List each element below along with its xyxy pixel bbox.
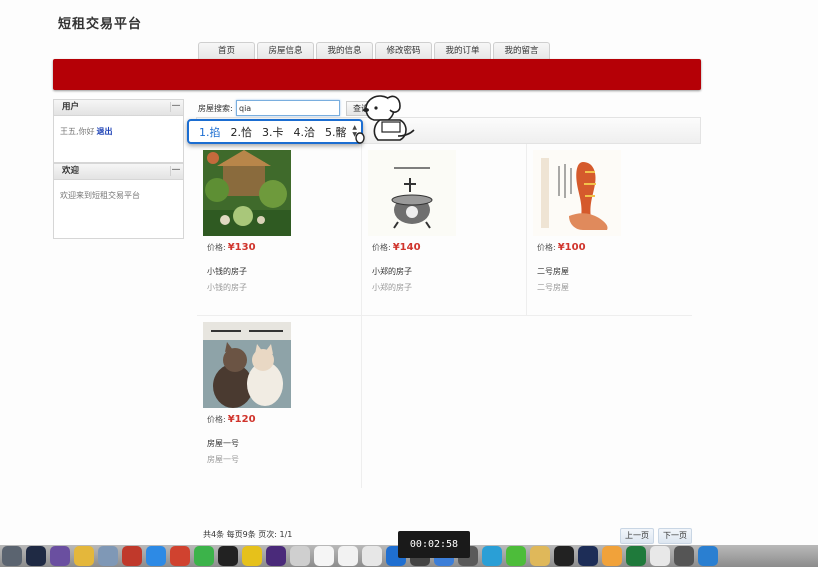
welcome-panel-header: 欢迎 — [54, 164, 183, 180]
app-icon[interactable] [170, 546, 190, 566]
notes-icon[interactable] [314, 546, 334, 566]
user-greeting: 王五,你好 [60, 127, 95, 136]
listing-image-hand-vase[interactable] [533, 150, 621, 236]
logout-link[interactable]: 退出 [97, 127, 113, 136]
safari-icon[interactable] [146, 546, 166, 566]
nav-tab-house-info[interactable]: 房屋信息 [257, 42, 314, 60]
price-value: ¥100 [557, 242, 586, 253]
ime-candidate[interactable]: 5.髂 [325, 124, 347, 140]
site-title: 短租交易平台 [58, 17, 143, 32]
listing-image-plant-garden[interactable] [203, 150, 291, 236]
app-icon[interactable] [50, 546, 70, 566]
price-label: 价格: [537, 243, 556, 252]
listing-subtitle: 小郑的房子 [372, 283, 412, 292]
video-timer: 00:02:58 [398, 531, 470, 558]
listing-image-cartoon-pot[interactable] [368, 150, 456, 236]
ime-candidate-bar: 1.掐 2.恰 3.卡 4.洽 5.髂 ▲ ▼ [187, 119, 363, 144]
ime-candidate[interactable]: 1.掐 [199, 124, 221, 140]
app-icon[interactable] [362, 546, 382, 566]
price-value: ¥130 [227, 242, 256, 253]
header-banner [53, 59, 701, 90]
user-panel-header: 用户 — [54, 100, 183, 116]
app-icon[interactable] [122, 546, 142, 566]
price-value: ¥120 [227, 414, 256, 425]
listing-title[interactable]: 二号房屋 [537, 266, 569, 277]
app-icon[interactable] [506, 546, 526, 566]
next-page-button[interactable]: 下一页 [658, 528, 692, 544]
database-icon[interactable] [98, 546, 118, 566]
search-label: 房屋搜索: [198, 104, 233, 113]
nav-tab-my-messages[interactable]: 我的留言 [493, 42, 550, 60]
listing-subtitle: 二号房屋 [537, 283, 569, 292]
main-nav: 首页 房屋信息 我的信息 修改密码 我的订单 我的留言 [198, 42, 550, 60]
wechat-icon[interactable] [194, 546, 214, 566]
launchpad-icon[interactable] [2, 546, 22, 566]
listing-subtitle: 小钱的房子 [207, 283, 247, 292]
calendar-icon[interactable] [338, 546, 358, 566]
price-label: 价格: [372, 243, 391, 252]
listing-subtitle: 房屋一号 [207, 455, 239, 464]
app-icon[interactable] [530, 546, 550, 566]
sublime-icon[interactable] [602, 546, 622, 566]
app-icon[interactable] [674, 546, 694, 566]
premiere-icon[interactable] [266, 546, 286, 566]
price-label: 价格: [207, 243, 226, 252]
welcome-panel-title: 欢迎 [62, 166, 80, 176]
app-icon[interactable] [242, 546, 262, 566]
intellij-icon[interactable] [26, 546, 46, 566]
nav-tab-change-password[interactable]: 修改密码 [375, 42, 432, 60]
nav-tab-my-info[interactable]: 我的信息 [316, 42, 373, 60]
prev-page-button[interactable]: 上一页 [620, 528, 654, 544]
nav-tab-home[interactable]: 首页 [198, 42, 255, 60]
app-icon[interactable] [482, 546, 502, 566]
listing-card[interactable]: 价格: ¥140 小郑的房子 小郑的房子 [362, 144, 527, 316]
search-input[interactable] [236, 100, 340, 116]
listing-title[interactable]: 房屋一号 [207, 438, 239, 449]
collapse-icon[interactable]: — [170, 102, 181, 112]
ime-candidate[interactable]: 3.卡 [262, 124, 284, 140]
listing-title[interactable]: 小钱的房子 [207, 266, 247, 277]
user-panel: 用户 — 王五,你好 退出 [53, 99, 184, 163]
excel-icon[interactable] [626, 546, 646, 566]
price-label: 价格: [207, 415, 226, 424]
listing-card[interactable]: 价格: ¥100 二号房屋 二号房屋 [527, 144, 692, 316]
photoshop-icon[interactable] [578, 546, 598, 566]
listing-card[interactable]: 价格: ¥120 房屋一号 房屋一号 [197, 316, 362, 488]
app-icon[interactable] [290, 546, 310, 566]
price-value: ¥140 [392, 242, 421, 253]
app-icon[interactable] [698, 546, 718, 566]
user-panel-body: 王五,你好 退出 [54, 116, 183, 147]
user-panel-title: 用户 [62, 102, 80, 112]
app-icon[interactable] [650, 546, 670, 566]
listing-card[interactable]: 价格: ¥130 小钱的房子 小钱的房子 [197, 144, 362, 316]
app-icon[interactable] [74, 546, 94, 566]
qq-icon[interactable] [218, 546, 238, 566]
qq-icon[interactable] [554, 546, 574, 566]
ime-candidate[interactable]: 4.洽 [294, 124, 316, 140]
collapse-icon[interactable]: — [170, 166, 181, 176]
ime-mascot-dog-icon [355, 95, 415, 144]
welcome-panel: 欢迎 — 欢迎来到短租交易平台 [53, 163, 184, 239]
pager-info: 共4条 每页9条 页次: 1/1 [203, 530, 293, 539]
listing-title[interactable]: 小郑的房子 [372, 266, 412, 277]
listing-image-two-cats[interactable] [203, 322, 291, 408]
welcome-text: 欢迎来到短租交易平台 [60, 191, 140, 200]
nav-tab-my-orders[interactable]: 我的订单 [434, 42, 491, 60]
ime-candidate[interactable]: 2.恰 [231, 124, 253, 140]
